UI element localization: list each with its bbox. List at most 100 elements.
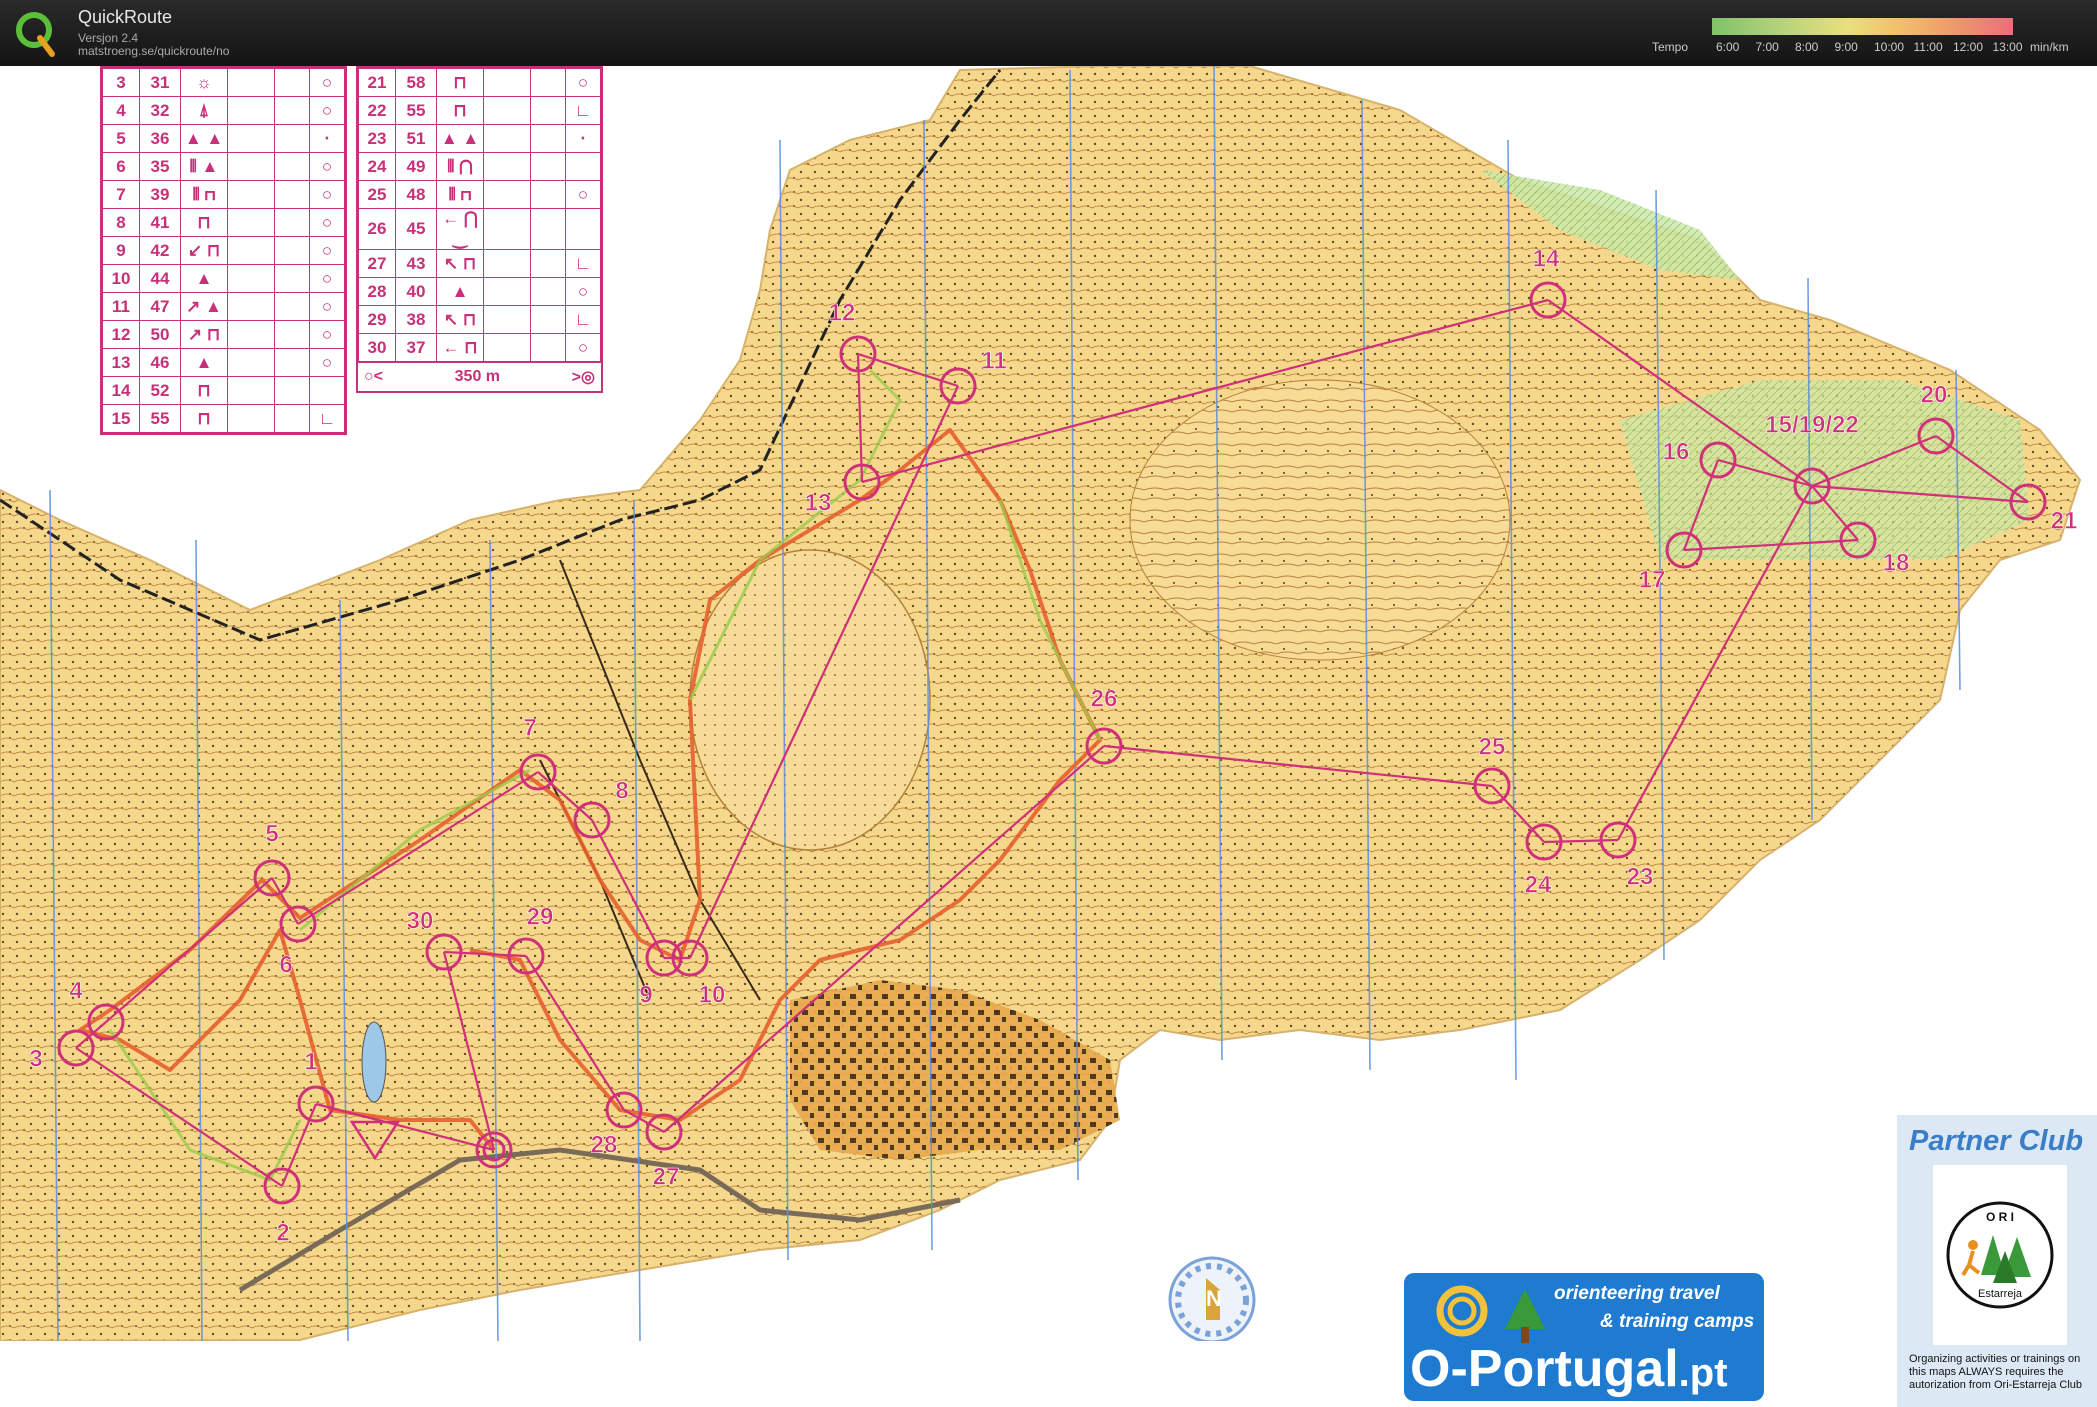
control-blank — [274, 96, 310, 125]
control-descriptions-table-right: 21 58 ⊓ ○ 22 55 ⊓ ∟ 23 51 ▲ ▲ ⋅ 24 49 ⫴ ⋂ 25 48 ⫴ ⊓ ○ 26 45 ←… — [358, 68, 601, 362]
control-feature: ⫴ ⋂ — [436, 152, 484, 181]
control-detail — [483, 152, 531, 181]
control-number: 6 — [102, 152, 140, 181]
control-code: 36 — [139, 124, 181, 153]
control-number: 3 — [102, 68, 140, 97]
control-number: 22 — [358, 96, 396, 125]
o-portugal-banner[interactable]: orienteering travel & training camps O-P… — [1404, 1273, 1764, 1401]
control-feature: ⫴ ▲ — [180, 152, 228, 181]
control-blank — [530, 249, 566, 278]
promo-line-2: & training camps — [1600, 1311, 1755, 1332]
control-label: 23 — [1627, 863, 1654, 890]
control-location: ⋅ — [565, 124, 601, 153]
control-code: 37 — [395, 333, 437, 362]
control-blank — [530, 124, 566, 153]
control-number: 4 — [102, 96, 140, 125]
control-number: 11 — [102, 292, 140, 321]
promo-brand-name: O-Portugal — [1410, 1340, 1679, 1398]
tempo-tick: 12:00 — [1953, 40, 1984, 54]
description-row: 27 43 ↖ ⊓ ∟ — [358, 249, 601, 278]
orienteering-map[interactable]: 1 2 3 4 5 6 7 8 9 10 11 12 13 14 15/19/22 16 17 18 20 21 23 2… — [0, 66, 2097, 1407]
control-number: 13 — [102, 348, 140, 377]
description-row: 28 40 ▲ ○ — [358, 277, 601, 306]
control-blank — [530, 305, 566, 334]
map-east-hill — [1129, 379, 1511, 661]
control-detail — [483, 305, 531, 334]
control-label: 20 — [1921, 381, 1948, 408]
control-number: 5 — [102, 124, 140, 153]
control-number: 30 — [358, 333, 396, 362]
logo-text-bottom: Estarreja — [1978, 1288, 2023, 1300]
tempo-unit: min/km — [2030, 40, 2069, 54]
control-detail — [227, 152, 275, 181]
description-row: 23 51 ▲ ▲ ⋅ — [358, 124, 601, 153]
control-blank — [274, 124, 310, 153]
control-label: 28 — [591, 1131, 618, 1158]
control-location: ○ — [309, 180, 345, 209]
control-label: 12 — [829, 299, 856, 326]
control-code: 58 — [395, 68, 437, 97]
quickroute-logo-icon — [14, 6, 58, 60]
control-detail — [483, 96, 531, 125]
promo-line-1: orienteering travel — [1554, 1283, 1720, 1304]
control-code: 44 — [139, 264, 181, 293]
control-descriptions-left: 3 31 ☼ ○ 4 32 ⍋ ○ 5 36 ▲ ▲ ⋅ 6 35 ⫴ ▲ ○ 7 39 ⫴ ⊓ ○ 8 41 ⊓ ○ 9 42 ↙… — [100, 66, 347, 435]
tempo-label: Tempo — [1652, 40, 1689, 54]
control-detail — [483, 277, 531, 306]
control-label: 7 — [523, 714, 536, 741]
control-code: 50 — [139, 320, 181, 349]
partner-note: Organizing activities or trainings on th… — [1909, 1353, 2083, 1391]
description-row: 26 45 ← ⋂ ‿ — [358, 208, 601, 250]
control-label: 6 — [279, 951, 292, 978]
control-label: 11 — [981, 347, 1006, 374]
control-code: 38 — [395, 305, 437, 334]
ori-estarreja-logo: O R I Estarreja — [1933, 1165, 2067, 1345]
control-location — [309, 376, 345, 405]
control-code: 39 — [139, 180, 181, 209]
tempo-tick: 9:00 — [1834, 40, 1858, 54]
control-code: 55 — [395, 96, 437, 125]
north-arrow-icon: N — [1168, 1256, 1256, 1341]
control-feature: ↖ ⊓ — [436, 249, 484, 278]
control-feature: ← ⊓ — [436, 333, 484, 362]
control-feature: ← ⋂ ‿ — [436, 208, 484, 250]
description-row: 7 39 ⫴ ⊓ ○ — [102, 180, 345, 209]
control-number: 21 — [358, 68, 396, 97]
control-label: 26 — [1091, 685, 1118, 712]
control-blank — [274, 348, 310, 377]
control-feature: ⊓ — [436, 96, 484, 125]
description-row: 3 31 ☼ ○ — [102, 68, 345, 97]
control-blank — [530, 152, 566, 181]
control-number: 15 — [102, 404, 140, 433]
svg-text:N: N — [1206, 1286, 1222, 1311]
control-feature: ▲ — [436, 277, 484, 306]
control-location: ∟ — [309, 404, 345, 433]
control-feature: ▲ ▲ — [436, 124, 484, 153]
control-number: 7 — [102, 180, 140, 209]
tempo-tick: 7:00 — [1755, 40, 1779, 54]
control-location: ⋅ — [309, 124, 345, 153]
control-label: 2 — [276, 1219, 289, 1246]
description-row: 30 37 ← ⊓ ○ — [358, 333, 601, 362]
control-detail — [227, 348, 275, 377]
control-feature: ⫴ ⊓ — [180, 180, 228, 209]
control-number: 14 — [102, 376, 140, 405]
control-number: 28 — [358, 277, 396, 306]
control-number: 26 — [358, 208, 396, 250]
map-lake — [361, 1021, 387, 1103]
app-url-link[interactable]: matstroeng.se/quickroute/no — [78, 44, 229, 58]
tempo-tick: 13:00 — [1992, 40, 2023, 54]
control-feature: ▲ ▲ — [180, 124, 228, 153]
finish-distance: 350 m — [454, 368, 501, 385]
promo-brand-tld: .pt — [1678, 1351, 1728, 1395]
control-feature: ☼ — [180, 68, 228, 97]
control-label: 14 — [1533, 245, 1560, 272]
control-location: ○ — [565, 68, 601, 97]
control-feature: ↗ ▲ — [180, 292, 228, 321]
description-row: 25 48 ⫴ ⊓ ○ — [358, 180, 601, 209]
description-row: 24 49 ⫴ ⋂ — [358, 152, 601, 181]
control-blank — [530, 333, 566, 362]
control-location — [565, 152, 601, 181]
partner-title: Partner Club — [1909, 1125, 2084, 1157]
app-version: Versjon 2.4 — [78, 31, 139, 45]
